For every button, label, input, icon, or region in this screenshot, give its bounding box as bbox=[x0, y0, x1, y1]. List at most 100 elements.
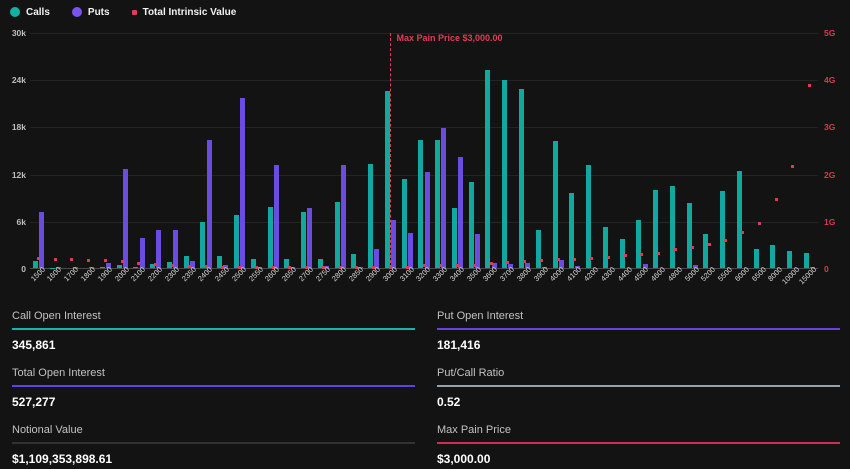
intrinsic-value-dot[interactable] bbox=[708, 243, 711, 246]
plot-area: Max Pain Price $3,000.00 bbox=[30, 33, 818, 269]
legend-item-puts[interactable]: Puts bbox=[72, 7, 110, 18]
stat-label: Put/Call Ratio bbox=[437, 365, 840, 385]
stat-label: Notional Value bbox=[12, 422, 415, 442]
stat-label: Put Open Interest bbox=[437, 308, 840, 328]
put-bar[interactable] bbox=[173, 230, 178, 268]
y-axis-right-tick: 0 bbox=[824, 264, 848, 274]
call-bar[interactable] bbox=[435, 140, 440, 268]
calls-series-icon bbox=[10, 7, 20, 17]
intrinsic-value-dot[interactable] bbox=[87, 259, 90, 262]
call-bar[interactable] bbox=[636, 220, 641, 268]
stat-value: 345,861 bbox=[12, 330, 415, 352]
put-bar[interactable] bbox=[441, 128, 446, 268]
call-bar[interactable] bbox=[402, 179, 407, 268]
intrinsic-value-dot[interactable] bbox=[557, 258, 560, 261]
put-bar[interactable] bbox=[240, 98, 245, 268]
put-bar[interactable] bbox=[307, 208, 312, 268]
stat-put-open-interest: Put Open Interest181,416 bbox=[437, 308, 840, 352]
put-bar[interactable] bbox=[39, 212, 44, 268]
intrinsic-value-dot[interactable] bbox=[791, 165, 794, 168]
put-bar[interactable] bbox=[425, 172, 430, 268]
intrinsic-value-dot[interactable] bbox=[573, 258, 576, 261]
call-bar[interactable] bbox=[368, 164, 373, 268]
call-bar[interactable] bbox=[687, 203, 692, 268]
call-bar[interactable] bbox=[268, 207, 273, 268]
legend-item-total-intrinsic-value[interactable]: Total Intrinsic Value bbox=[132, 7, 237, 18]
call-bar[interactable] bbox=[418, 140, 423, 268]
stats-panel: Call Open Interest345,861 Put Open Intere… bbox=[0, 308, 850, 466]
call-bar[interactable] bbox=[754, 249, 759, 268]
intrinsic-value-dot[interactable] bbox=[808, 84, 811, 87]
call-bar[interactable] bbox=[670, 186, 675, 268]
call-bar[interactable] bbox=[469, 182, 474, 268]
y-axis-left-tick: 0 bbox=[2, 264, 26, 274]
intrinsic-value-dot[interactable] bbox=[624, 254, 627, 257]
call-bar[interactable] bbox=[452, 208, 457, 268]
intrinsic-value-dot[interactable] bbox=[724, 239, 727, 242]
y-axis-left-tick: 12k bbox=[2, 170, 26, 180]
call-bar[interactable] bbox=[770, 245, 775, 268]
call-bar[interactable] bbox=[301, 212, 306, 268]
intrinsic-value-dot[interactable] bbox=[70, 258, 73, 261]
stat-notional-value: Notional Value$1,109,353,898.61 bbox=[12, 422, 415, 466]
call-bar[interactable] bbox=[335, 202, 340, 268]
call-bar[interactable] bbox=[553, 141, 558, 268]
call-bar[interactable] bbox=[502, 80, 507, 268]
put-bar[interactable] bbox=[140, 238, 145, 268]
max-pain-line bbox=[390, 33, 391, 268]
y-axis-left-tick: 24k bbox=[2, 75, 26, 85]
put-bar[interactable] bbox=[458, 157, 463, 268]
stat-call-open-interest: Call Open Interest345,861 bbox=[12, 308, 415, 352]
intrinsic-value-dot[interactable] bbox=[607, 256, 610, 259]
intrinsic-value-dot[interactable] bbox=[674, 248, 677, 251]
put-bar[interactable] bbox=[207, 140, 212, 268]
stat-value: 0.52 bbox=[437, 387, 840, 409]
put-bar[interactable] bbox=[408, 233, 413, 268]
call-bar[interactable] bbox=[787, 251, 792, 268]
call-bar[interactable] bbox=[653, 190, 658, 268]
legend-item-calls[interactable]: Calls bbox=[10, 7, 50, 18]
call-bar[interactable] bbox=[703, 234, 708, 268]
stat-value: $1,109,353,898.61 bbox=[12, 444, 415, 466]
intrinsic-value-dot[interactable] bbox=[657, 252, 660, 255]
put-bar[interactable] bbox=[391, 220, 396, 268]
gridline bbox=[30, 127, 818, 128]
intrinsic-value-dot[interactable] bbox=[121, 260, 124, 263]
intrinsic-value-dot[interactable] bbox=[54, 258, 57, 261]
max-pain-chart-app: Calls Puts Total Intrinsic Value Max Pai… bbox=[0, 0, 850, 469]
stat-label: Max Pain Price bbox=[437, 422, 840, 442]
call-bar[interactable] bbox=[519, 89, 524, 268]
legend-label: Puts bbox=[88, 7, 110, 18]
call-bar[interactable] bbox=[569, 193, 574, 268]
chart-legend: Calls Puts Total Intrinsic Value bbox=[10, 4, 236, 20]
gridline bbox=[30, 80, 818, 81]
intrinsic-value-dot[interactable] bbox=[640, 253, 643, 256]
call-bar[interactable] bbox=[385, 91, 390, 268]
call-bar[interactable] bbox=[485, 70, 490, 268]
intrinsic-value-dot[interactable] bbox=[590, 257, 593, 260]
call-bar[interactable] bbox=[200, 222, 205, 268]
stat-value: 181,416 bbox=[437, 330, 840, 352]
call-bar[interactable] bbox=[536, 230, 541, 268]
stat-max-pain-price: Max Pain Price$3,000.00 bbox=[437, 422, 840, 466]
call-bar[interactable] bbox=[804, 253, 809, 268]
call-bar[interactable] bbox=[234, 215, 239, 268]
intrinsic-series-icon bbox=[132, 10, 137, 15]
call-bar[interactable] bbox=[586, 165, 591, 268]
call-bar[interactable] bbox=[737, 171, 742, 268]
put-bar[interactable] bbox=[123, 169, 128, 268]
put-bar[interactable] bbox=[156, 230, 161, 268]
intrinsic-value-dot[interactable] bbox=[523, 260, 526, 263]
intrinsic-value-dot[interactable] bbox=[741, 231, 744, 234]
y-axis-right-tick: 2G bbox=[824, 170, 848, 180]
put-bar[interactable] bbox=[341, 165, 346, 268]
max-pain-label: Max Pain Price $3,000.00 bbox=[396, 33, 502, 43]
intrinsic-value-dot[interactable] bbox=[37, 257, 40, 260]
intrinsic-value-dot[interactable] bbox=[775, 198, 778, 201]
put-bar[interactable] bbox=[475, 234, 480, 268]
intrinsic-value-dot[interactable] bbox=[691, 246, 694, 249]
call-bar[interactable] bbox=[603, 227, 608, 268]
call-bar[interactable] bbox=[720, 191, 725, 268]
put-bar[interactable] bbox=[274, 165, 279, 268]
intrinsic-value-dot[interactable] bbox=[758, 222, 761, 225]
